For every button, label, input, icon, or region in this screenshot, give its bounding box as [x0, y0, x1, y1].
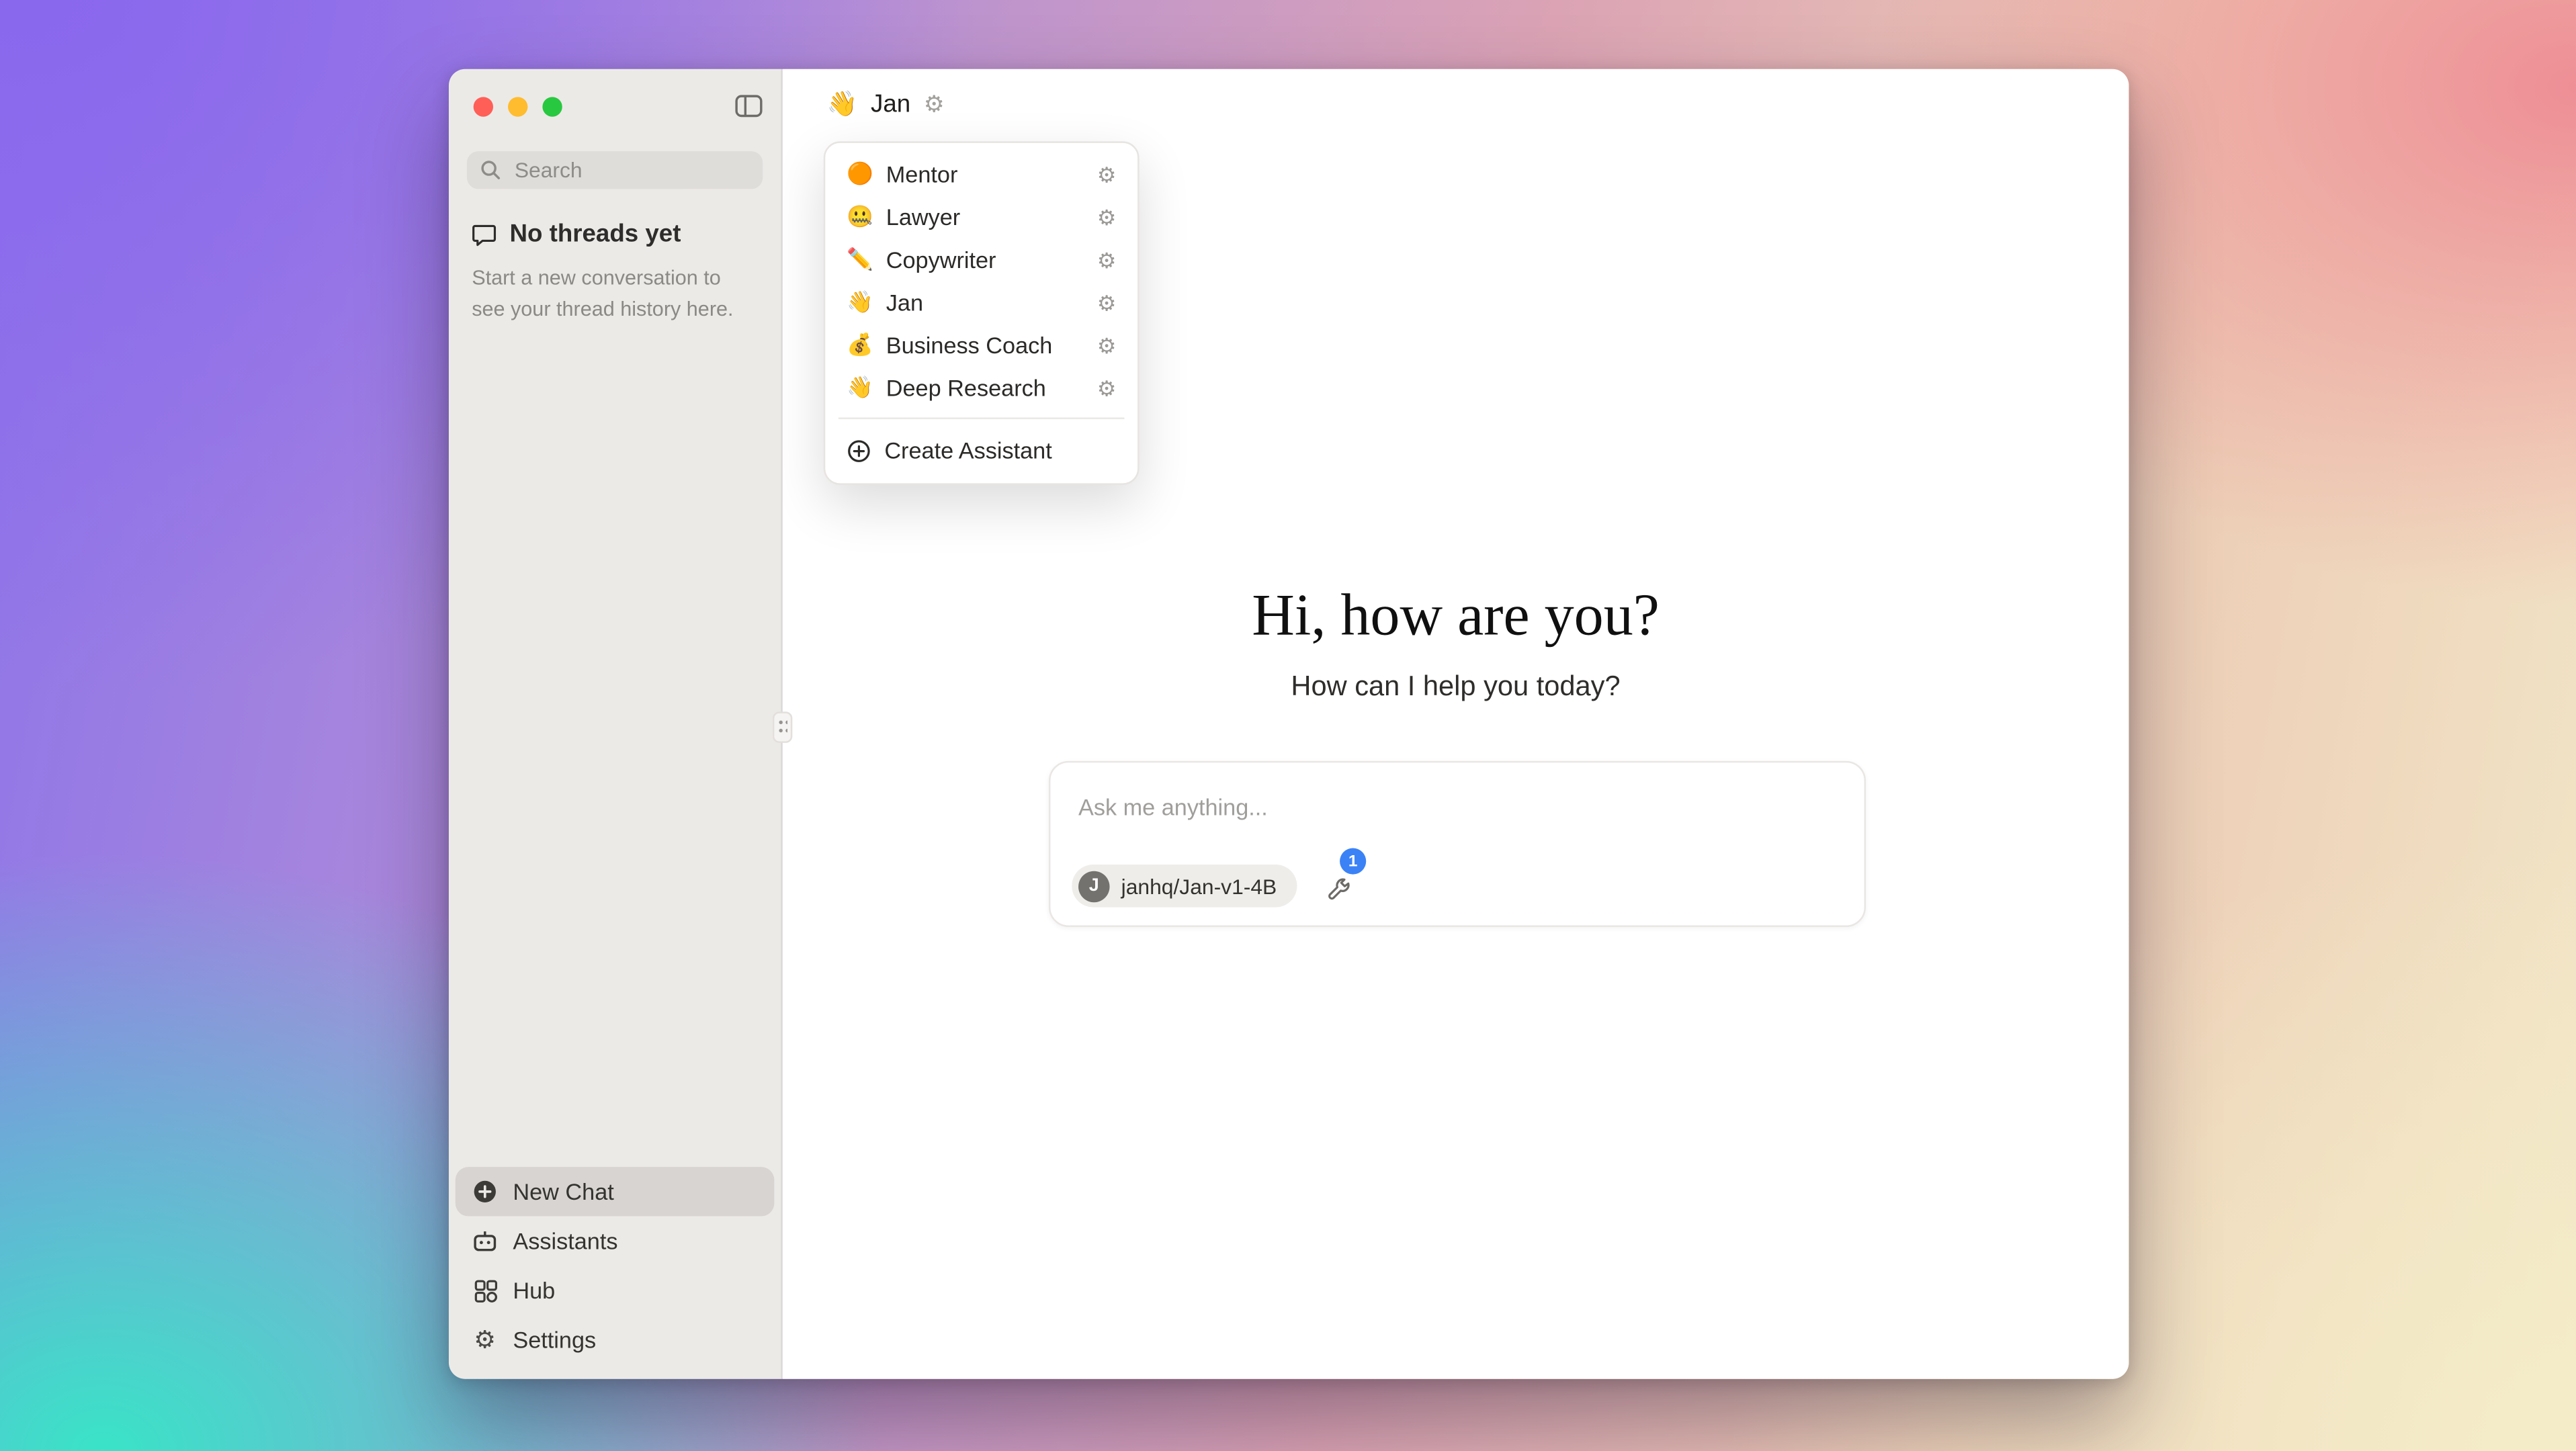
- face-emoji-icon: 🤐: [847, 204, 873, 230]
- menu-item-lawyer[interactable]: 🤐 Lawyer ⚙: [835, 195, 1128, 238]
- model-avatar: J: [1078, 871, 1109, 902]
- hub-grid-icon: [472, 1277, 498, 1303]
- message-input[interactable]: [1075, 792, 1840, 822]
- gear-icon[interactable]: ⚙: [1097, 378, 1117, 399]
- model-selector-pill[interactable]: J janhq/Jan-v1-4B: [1072, 865, 1296, 908]
- sidebar-item-label: Settings: [513, 1326, 596, 1352]
- sidebar-bottom-nav: New Chat Assistants: [449, 1160, 781, 1378]
- sidebar-resize-handle[interactable]: [773, 711, 792, 742]
- menu-item-business-coach[interactable]: 💰 Business Coach ⚙: [835, 324, 1128, 367]
- sidebar-item-new-chat[interactable]: New Chat: [456, 1167, 775, 1216]
- greeting-title: Hi, how are you?: [783, 582, 2129, 648]
- sidebar-item-assistants[interactable]: Assistants: [456, 1217, 775, 1266]
- search-box[interactable]: [467, 151, 763, 189]
- minimize-button[interactable]: [508, 97, 527, 116]
- wave-emoji-icon: 👋: [847, 375, 873, 401]
- window-controls: [449, 69, 781, 117]
- empty-state: No threads yet Start a new conversation …: [449, 189, 781, 324]
- greeting-block: Hi, how are you? How can I help you toda…: [783, 582, 2129, 703]
- create-assistant-label: Create Assistant: [884, 437, 1051, 464]
- empty-state-title: No threads yet: [509, 220, 681, 249]
- plus-circle-icon: [847, 438, 871, 463]
- assistant-name-label: Jan: [871, 89, 910, 118]
- gear-icon[interactable]: ⚙: [1097, 292, 1117, 313]
- plus-circle-icon: [472, 1178, 498, 1204]
- create-assistant-button[interactable]: Create Assistant: [835, 427, 1128, 474]
- app-window: No threads yet Start a new conversation …: [449, 69, 2129, 1379]
- empty-state-description: Start a new conversation to see your thr…: [472, 263, 759, 324]
- menu-item-jan[interactable]: 👋 Jan ⚙: [835, 281, 1128, 324]
- menu-item-label: Deep Research: [886, 375, 1046, 401]
- assistant-gear-icon[interactable]: ⚙: [924, 92, 945, 115]
- sidebar-item-hub[interactable]: Hub: [456, 1266, 775, 1315]
- pencil-emoji-icon: ✏️: [847, 247, 873, 273]
- search-input[interactable]: [511, 156, 750, 184]
- grip-dots-icon: [777, 718, 787, 736]
- tools-count-badge: 1: [1340, 848, 1366, 874]
- wave-emoji-icon: 👋: [827, 89, 858, 118]
- gear-icon[interactable]: ⚙: [1097, 335, 1117, 356]
- menu-item-label: Copywriter: [886, 247, 996, 273]
- sidebar: No threads yet Start a new conversation …: [449, 69, 783, 1379]
- sidebar-toggle-icon[interactable]: [735, 93, 763, 118]
- sidebar-item-settings[interactable]: ⚙ Settings: [456, 1315, 775, 1364]
- menu-item-copywriter[interactable]: ✏️ Copywriter ⚙: [835, 238, 1128, 281]
- greeting-subtitle: How can I help you today?: [783, 670, 2129, 703]
- gear-icon[interactable]: ⚙: [1097, 163, 1117, 185]
- composer-card: J janhq/Jan-v1-4B 1: [1049, 761, 1866, 927]
- model-name-label: janhq/Jan-v1-4B: [1121, 873, 1277, 898]
- money-bag-emoji-icon: 💰: [847, 332, 873, 358]
- search-icon: [480, 159, 501, 181]
- menu-item-label: Business Coach: [886, 332, 1053, 358]
- assistant-dropdown-menu: 🟠 Mentor ⚙ 🤐 Lawyer ⚙ ✏️ Copywriter ⚙ 👋 …: [824, 141, 1140, 484]
- wave-emoji-icon: 👋: [847, 290, 873, 316]
- close-button[interactable]: [474, 97, 493, 116]
- orange-circle-emoji-icon: 🟠: [847, 161, 873, 187]
- assistant-selector-button[interactable]: 👋 Jan ⚙: [827, 89, 945, 118]
- assistant-robot-icon: [472, 1228, 498, 1254]
- sidebar-item-label: Hub: [513, 1277, 555, 1303]
- chat-bubble-icon: [472, 223, 497, 246]
- menu-item-label: Lawyer: [886, 204, 960, 230]
- gear-icon: ⚙: [472, 1326, 498, 1352]
- wrench-icon[interactable]: [1325, 876, 1353, 904]
- menu-item-mentor[interactable]: 🟠 Mentor ⚙: [835, 153, 1128, 196]
- gear-icon[interactable]: ⚙: [1097, 206, 1117, 228]
- menu-item-label: Mentor: [886, 161, 958, 187]
- menu-item-deep-research[interactable]: 👋 Deep Research ⚙: [835, 367, 1128, 410]
- menu-divider: [839, 417, 1125, 419]
- main-panel: 👋 Jan ⚙ 🟠 Mentor ⚙ 🤐 Lawyer ⚙ ✏️ Copywri…: [783, 69, 2129, 1379]
- desktop-background: No threads yet Start a new conversation …: [0, 0, 2576, 1451]
- menu-item-label: Jan: [886, 290, 923, 316]
- sidebar-item-label: Assistants: [513, 1228, 617, 1254]
- gear-icon[interactable]: ⚙: [1097, 249, 1117, 271]
- zoom-button[interactable]: [542, 97, 562, 116]
- sidebar-item-label: New Chat: [513, 1178, 613, 1204]
